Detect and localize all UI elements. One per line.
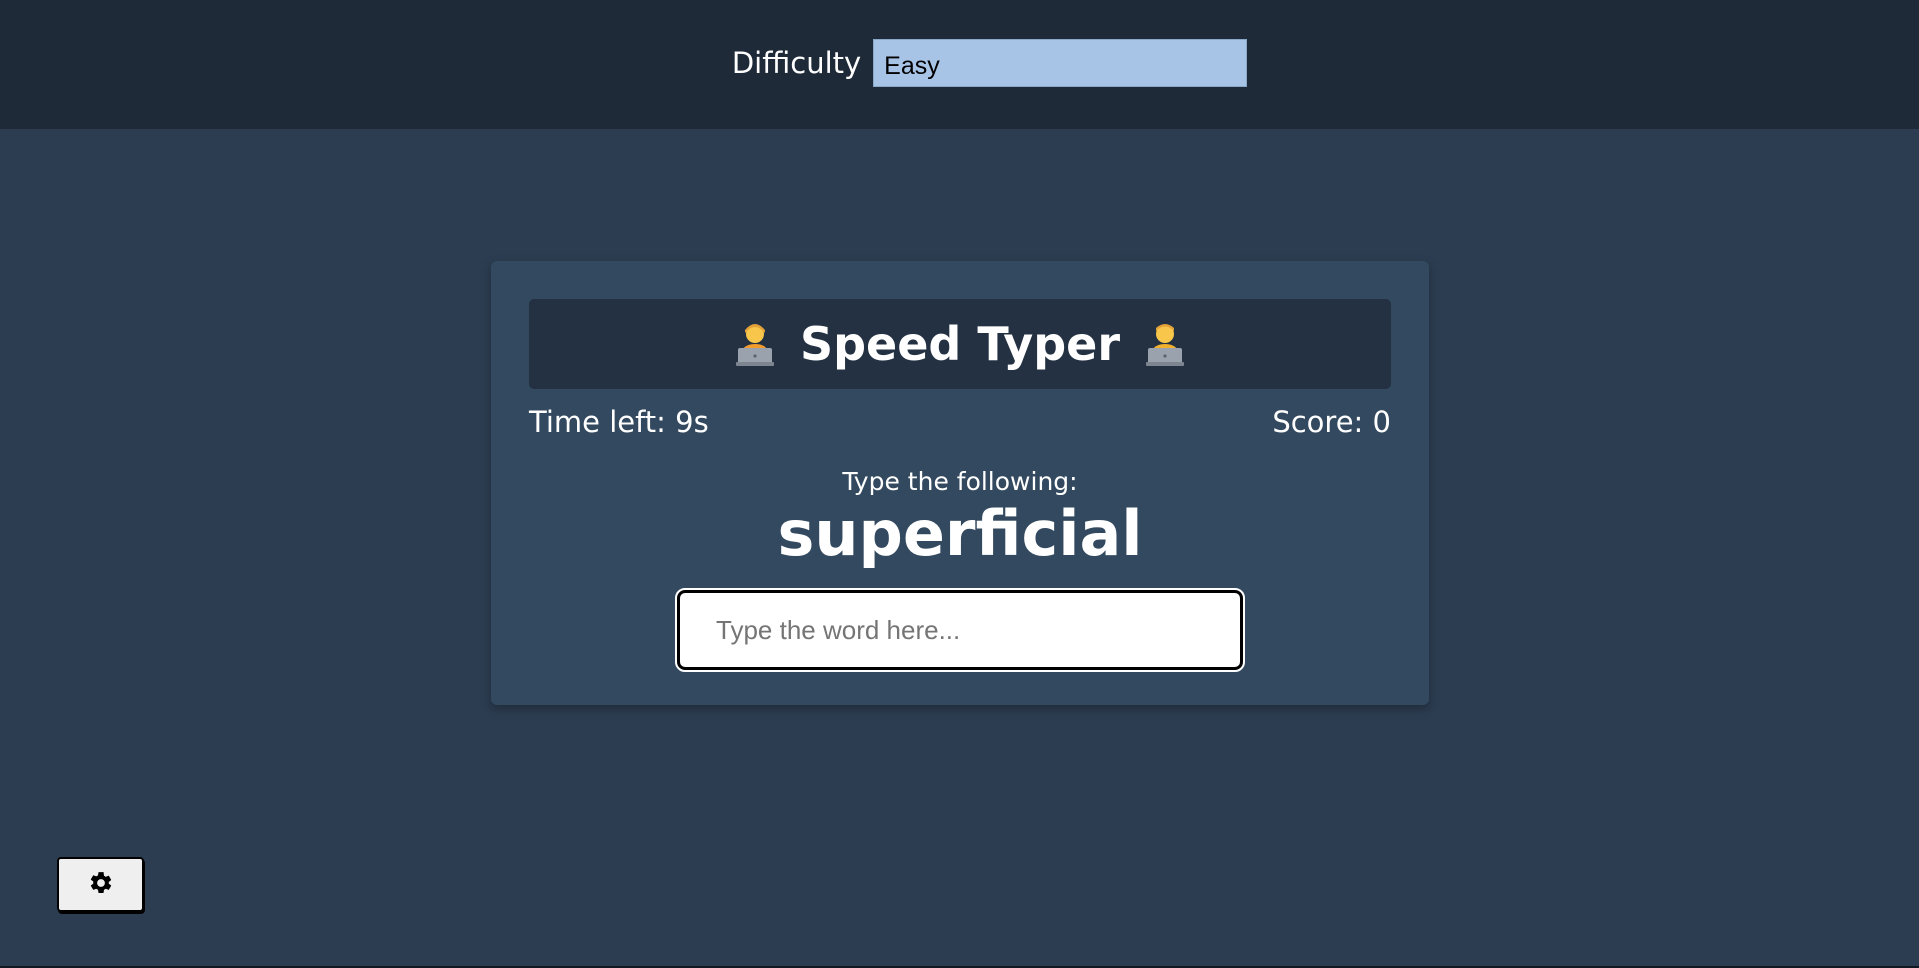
time-left: Time left: 9s	[529, 405, 709, 439]
stats-row: Time left: 9s Score: 0	[529, 405, 1391, 439]
woman-technologist-icon	[732, 320, 778, 368]
gear-icon	[88, 870, 114, 899]
difficulty-select-value: Easy	[884, 52, 940, 80]
settings-button[interactable]	[57, 857, 144, 912]
game-title: Speed Typer	[799, 317, 1121, 371]
target-word: superficial	[777, 497, 1143, 570]
man-technologist-icon	[1142, 320, 1188, 368]
score: Score: 0	[1272, 405, 1391, 439]
top-bar: Difficulty Easy	[0, 0, 1919, 129]
difficulty-group: Difficulty Easy	[731, 38, 1248, 87]
prompt-label: Type the following:	[842, 467, 1078, 496]
difficulty-select[interactable]: Easy	[873, 38, 1248, 87]
title-bar: Speed Typer	[529, 299, 1391, 389]
word-input[interactable]	[675, 588, 1245, 672]
game-card: Speed Typer Time left: 9s Score: 0 Type …	[491, 261, 1429, 705]
difficulty-label: Difficulty	[731, 45, 862, 80]
